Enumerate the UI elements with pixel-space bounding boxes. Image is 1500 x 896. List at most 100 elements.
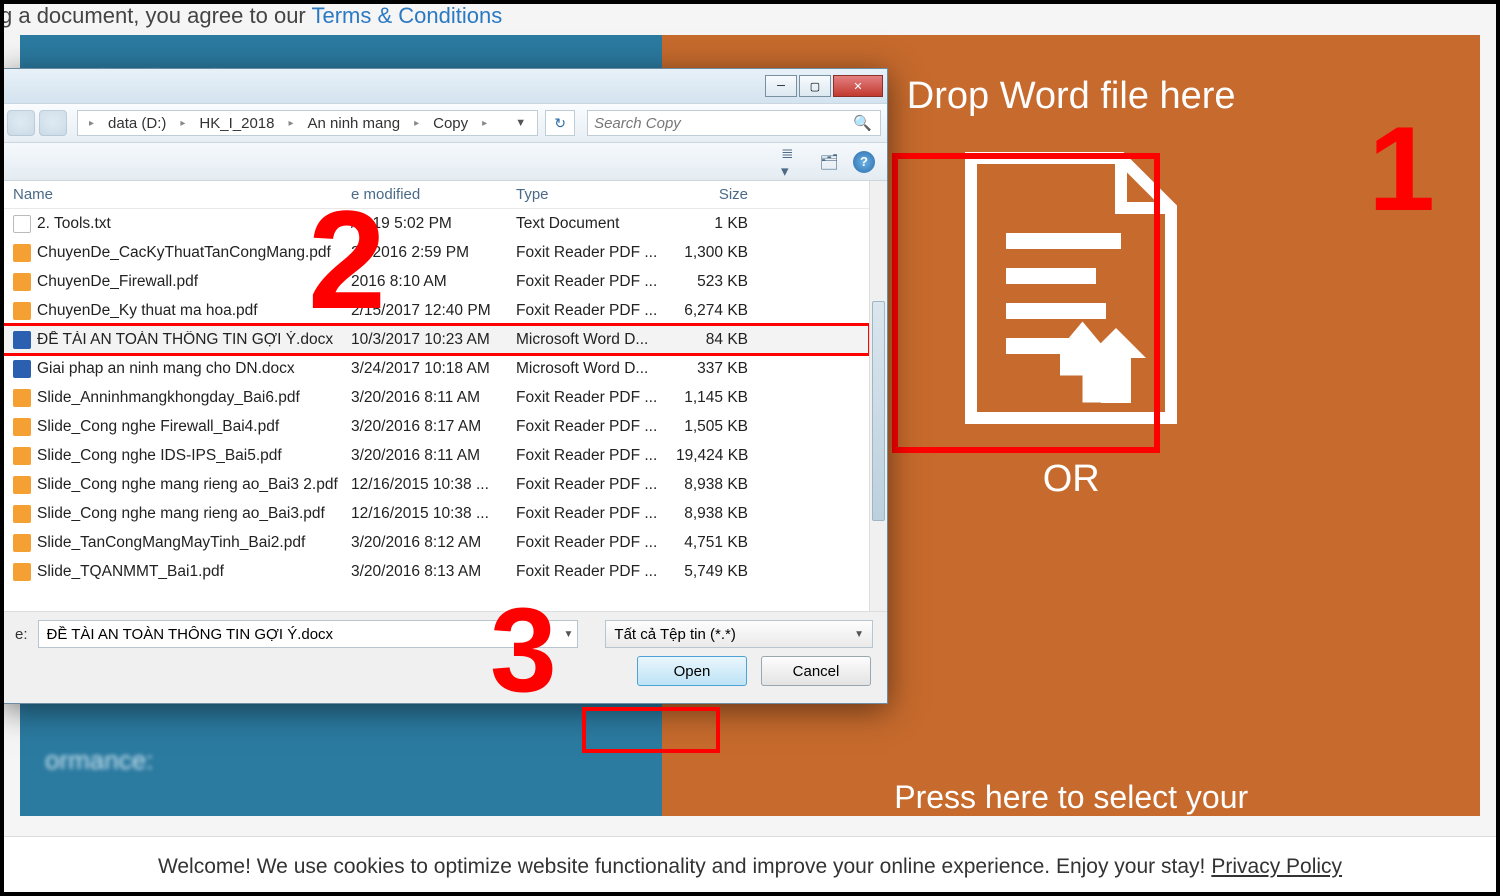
- file-name: Slide_Cong nghe IDS-IPS_Bai5.pdf: [37, 447, 282, 465]
- file-name: Slide_Cong nghe mang rieng ao_Bai3.pdf: [37, 505, 325, 523]
- callout-2: 2: [308, 190, 386, 330]
- terms-link[interactable]: Terms & Conditions: [311, 3, 502, 28]
- file-size: 337 KB: [676, 360, 766, 378]
- file-size: 4,751 KB: [676, 534, 766, 552]
- col-size[interactable]: Size: [676, 186, 766, 203]
- file-icon: [13, 447, 31, 465]
- file-date: 3/20/2016 8:13 AM: [351, 563, 516, 581]
- file-date: 12/16/2015 10:38 ...: [351, 505, 516, 523]
- press-text: Press here to select your: [662, 779, 1480, 816]
- dialog-toolbar: ≣ ▾ 🗂 ?: [1, 143, 887, 181]
- crumb-1[interactable]: HK_I_2018: [192, 115, 281, 132]
- file-row[interactable]: Slide_Anninhmangkhongday_Bai6.pdf 3/20/20…: [1, 383, 869, 412]
- file-row[interactable]: ChuyenDe_Firewall.pdf2016 8:10 AMFoxit R…: [1, 267, 869, 296]
- file-icon: [13, 534, 31, 552]
- col-type[interactable]: Type: [516, 186, 676, 203]
- file-name: ĐỀ TÀI AN TOÀN THÔNG TIN GỢI Ý.docx: [37, 331, 333, 349]
- file-date: 3/20/2016 8:11 AM: [351, 389, 516, 407]
- file-size: 1 KB: [676, 215, 766, 233]
- dialog-titlebar[interactable]: ─ ▢ ✕: [1, 69, 887, 103]
- file-row[interactable]: Slide_TQANMMT_Bai1.pdf 3/20/2016 8:13 AMF…: [1, 557, 869, 586]
- file-date: 3/24/2017 10:18 AM: [351, 360, 516, 378]
- file-size: 1,145 KB: [676, 389, 766, 407]
- file-row[interactable]: Slide_Cong nghe mang rieng ao_Bai3 2.pdf…: [1, 470, 869, 499]
- file-type: Foxit Reader PDF ...: [516, 563, 676, 581]
- search-icon: 🔍: [853, 114, 872, 132]
- file-icon: [13, 563, 31, 581]
- file-open-dialog: ─ ▢ ✕ ▸ data (D:)▸ HK_I_2018▸ An ninh ma…: [0, 68, 888, 704]
- breadcrumb[interactable]: ▸ data (D:)▸ HK_I_2018▸ An ninh mang▸ Co…: [77, 110, 538, 136]
- cancel-button[interactable]: Cancel: [761, 656, 871, 686]
- file-icon: [13, 331, 31, 349]
- crumb-3[interactable]: Copy: [426, 115, 475, 132]
- minimize-button[interactable]: ─: [765, 75, 797, 97]
- file-row[interactable]: ĐỀ TÀI AN TOÀN THÔNG TIN GỢI Ý.docx10/3/…: [1, 325, 869, 354]
- crumb-0[interactable]: data (D:): [101, 115, 173, 132]
- or-text: OR: [1043, 458, 1100, 501]
- file-type: Foxit Reader PDF ...: [516, 302, 676, 320]
- dialog-footer: e: ▼ Tất cả Tệp tin (*.*) ▼ Open Cancel: [1, 611, 887, 703]
- filetype-select[interactable]: Tất cả Tệp tin (*.*) ▼: [605, 620, 873, 648]
- file-name: Slide_Anninhmangkhongday_Bai6.pdf: [37, 389, 300, 407]
- file-row[interactable]: ChuyenDe_Ky thuat ma hoa.pdf2/15/2017 12…: [1, 296, 869, 325]
- file-size: 1,300 KB: [676, 244, 766, 262]
- file-row[interactable]: Slide_Cong nghe mang rieng ao_Bai3.pdf 12…: [1, 499, 869, 528]
- scrollbar[interactable]: [869, 181, 887, 611]
- file-type: Microsoft Word D...: [516, 360, 676, 378]
- file-size: 8,938 KB: [676, 505, 766, 523]
- file-row[interactable]: Slide_TanCongMangMayTinh_Bai2.pdf3/20/20…: [1, 528, 869, 557]
- file-name: Slide_Cong nghe mang rieng ao_Bai3 2.pdf: [37, 476, 338, 494]
- search-input[interactable]: Search Copy 🔍: [587, 110, 881, 136]
- file-date: 3/20/2016 8:17 AM: [351, 418, 516, 436]
- file-name: Slide_Cong nghe Firewall_Bai4.pdf: [37, 418, 279, 436]
- back-button[interactable]: [7, 110, 35, 136]
- file-size: 8,938 KB: [676, 476, 766, 494]
- file-name: Slide_TanCongMangMayTinh_Bai2.pdf: [37, 534, 305, 552]
- file-icon: [13, 389, 31, 407]
- file-type: Foxit Reader PDF ...: [516, 447, 676, 465]
- filetype-value: Tất cả Tệp tin (*.*): [614, 626, 735, 643]
- file-name: Slide_TQANMMT_Bai1.pdf: [37, 563, 224, 581]
- maximize-button[interactable]: ▢: [799, 75, 831, 97]
- file-row[interactable]: Slide_Cong nghe IDS-IPS_Bai5.pdf 3/20/201…: [1, 441, 869, 470]
- file-type: Foxit Reader PDF ...: [516, 476, 676, 494]
- close-button[interactable]: ✕: [833, 75, 883, 97]
- privacy-link[interactable]: Privacy Policy: [1211, 855, 1342, 879]
- refresh-button[interactable]: ↻: [545, 110, 575, 136]
- file-icon: [13, 476, 31, 494]
- file-type: Foxit Reader PDF ...: [516, 244, 676, 262]
- new-folder-icon[interactable]: 🗂: [817, 150, 841, 174]
- callout-1: 1: [1368, 100, 1435, 238]
- file-name: ChuyenDe_Ky thuat ma hoa.pdf: [37, 302, 258, 320]
- file-name: ChuyenDe_CacKyThuatTanCongMang.pdf: [37, 244, 331, 262]
- file-row[interactable]: Giai phap an ninh mang cho DN.docx3/24/2…: [1, 354, 869, 383]
- file-icon: [13, 302, 31, 320]
- crumb-2[interactable]: An ninh mang: [301, 115, 408, 132]
- file-upload-icon[interactable]: [941, 138, 1201, 438]
- open-button[interactable]: Open: [637, 656, 747, 686]
- view-options-icon[interactable]: ≣ ▾: [781, 150, 805, 174]
- dialog-nav: ▸ data (D:)▸ HK_I_2018▸ An ninh mang▸ Co…: [1, 103, 887, 143]
- help-icon[interactable]: ?: [853, 151, 875, 173]
- file-size: 84 KB: [676, 331, 766, 349]
- drop-title: Drop Word file here: [907, 75, 1236, 118]
- file-row[interactable]: Slide_Cong nghe Firewall_Bai4.pdf 3/20/20…: [1, 412, 869, 441]
- file-date: 3/20/2016 8:11 AM: [351, 447, 516, 465]
- file-size: 5,749 KB: [676, 563, 766, 581]
- file-icon: [13, 418, 31, 436]
- file-size: 19,424 KB: [676, 447, 766, 465]
- file-header[interactable]: Name e modified Type Size: [1, 181, 869, 209]
- chevron-down-icon: ▼: [854, 629, 864, 640]
- file-icon: [13, 215, 31, 233]
- col-name[interactable]: Name: [1, 186, 351, 203]
- file-area: Name e modified Type Size 2. Tools.txt/2…: [1, 181, 887, 611]
- file-size: 1,505 KB: [676, 418, 766, 436]
- forward-button[interactable]: [39, 110, 67, 136]
- file-name: 2. Tools.txt: [37, 215, 111, 233]
- file-row[interactable]: ChuyenDe_CacKyThuatTanCongMang.pdf22/201…: [1, 238, 869, 267]
- blurred-subheading: ormance:: [45, 745, 153, 776]
- callout-3: 3: [490, 590, 557, 710]
- file-list[interactable]: Name e modified Type Size 2. Tools.txt/2…: [1, 181, 869, 611]
- file-row[interactable]: 2. Tools.txt/2019 5:02 PMText Document1 …: [1, 209, 869, 238]
- file-icon: [13, 244, 31, 262]
